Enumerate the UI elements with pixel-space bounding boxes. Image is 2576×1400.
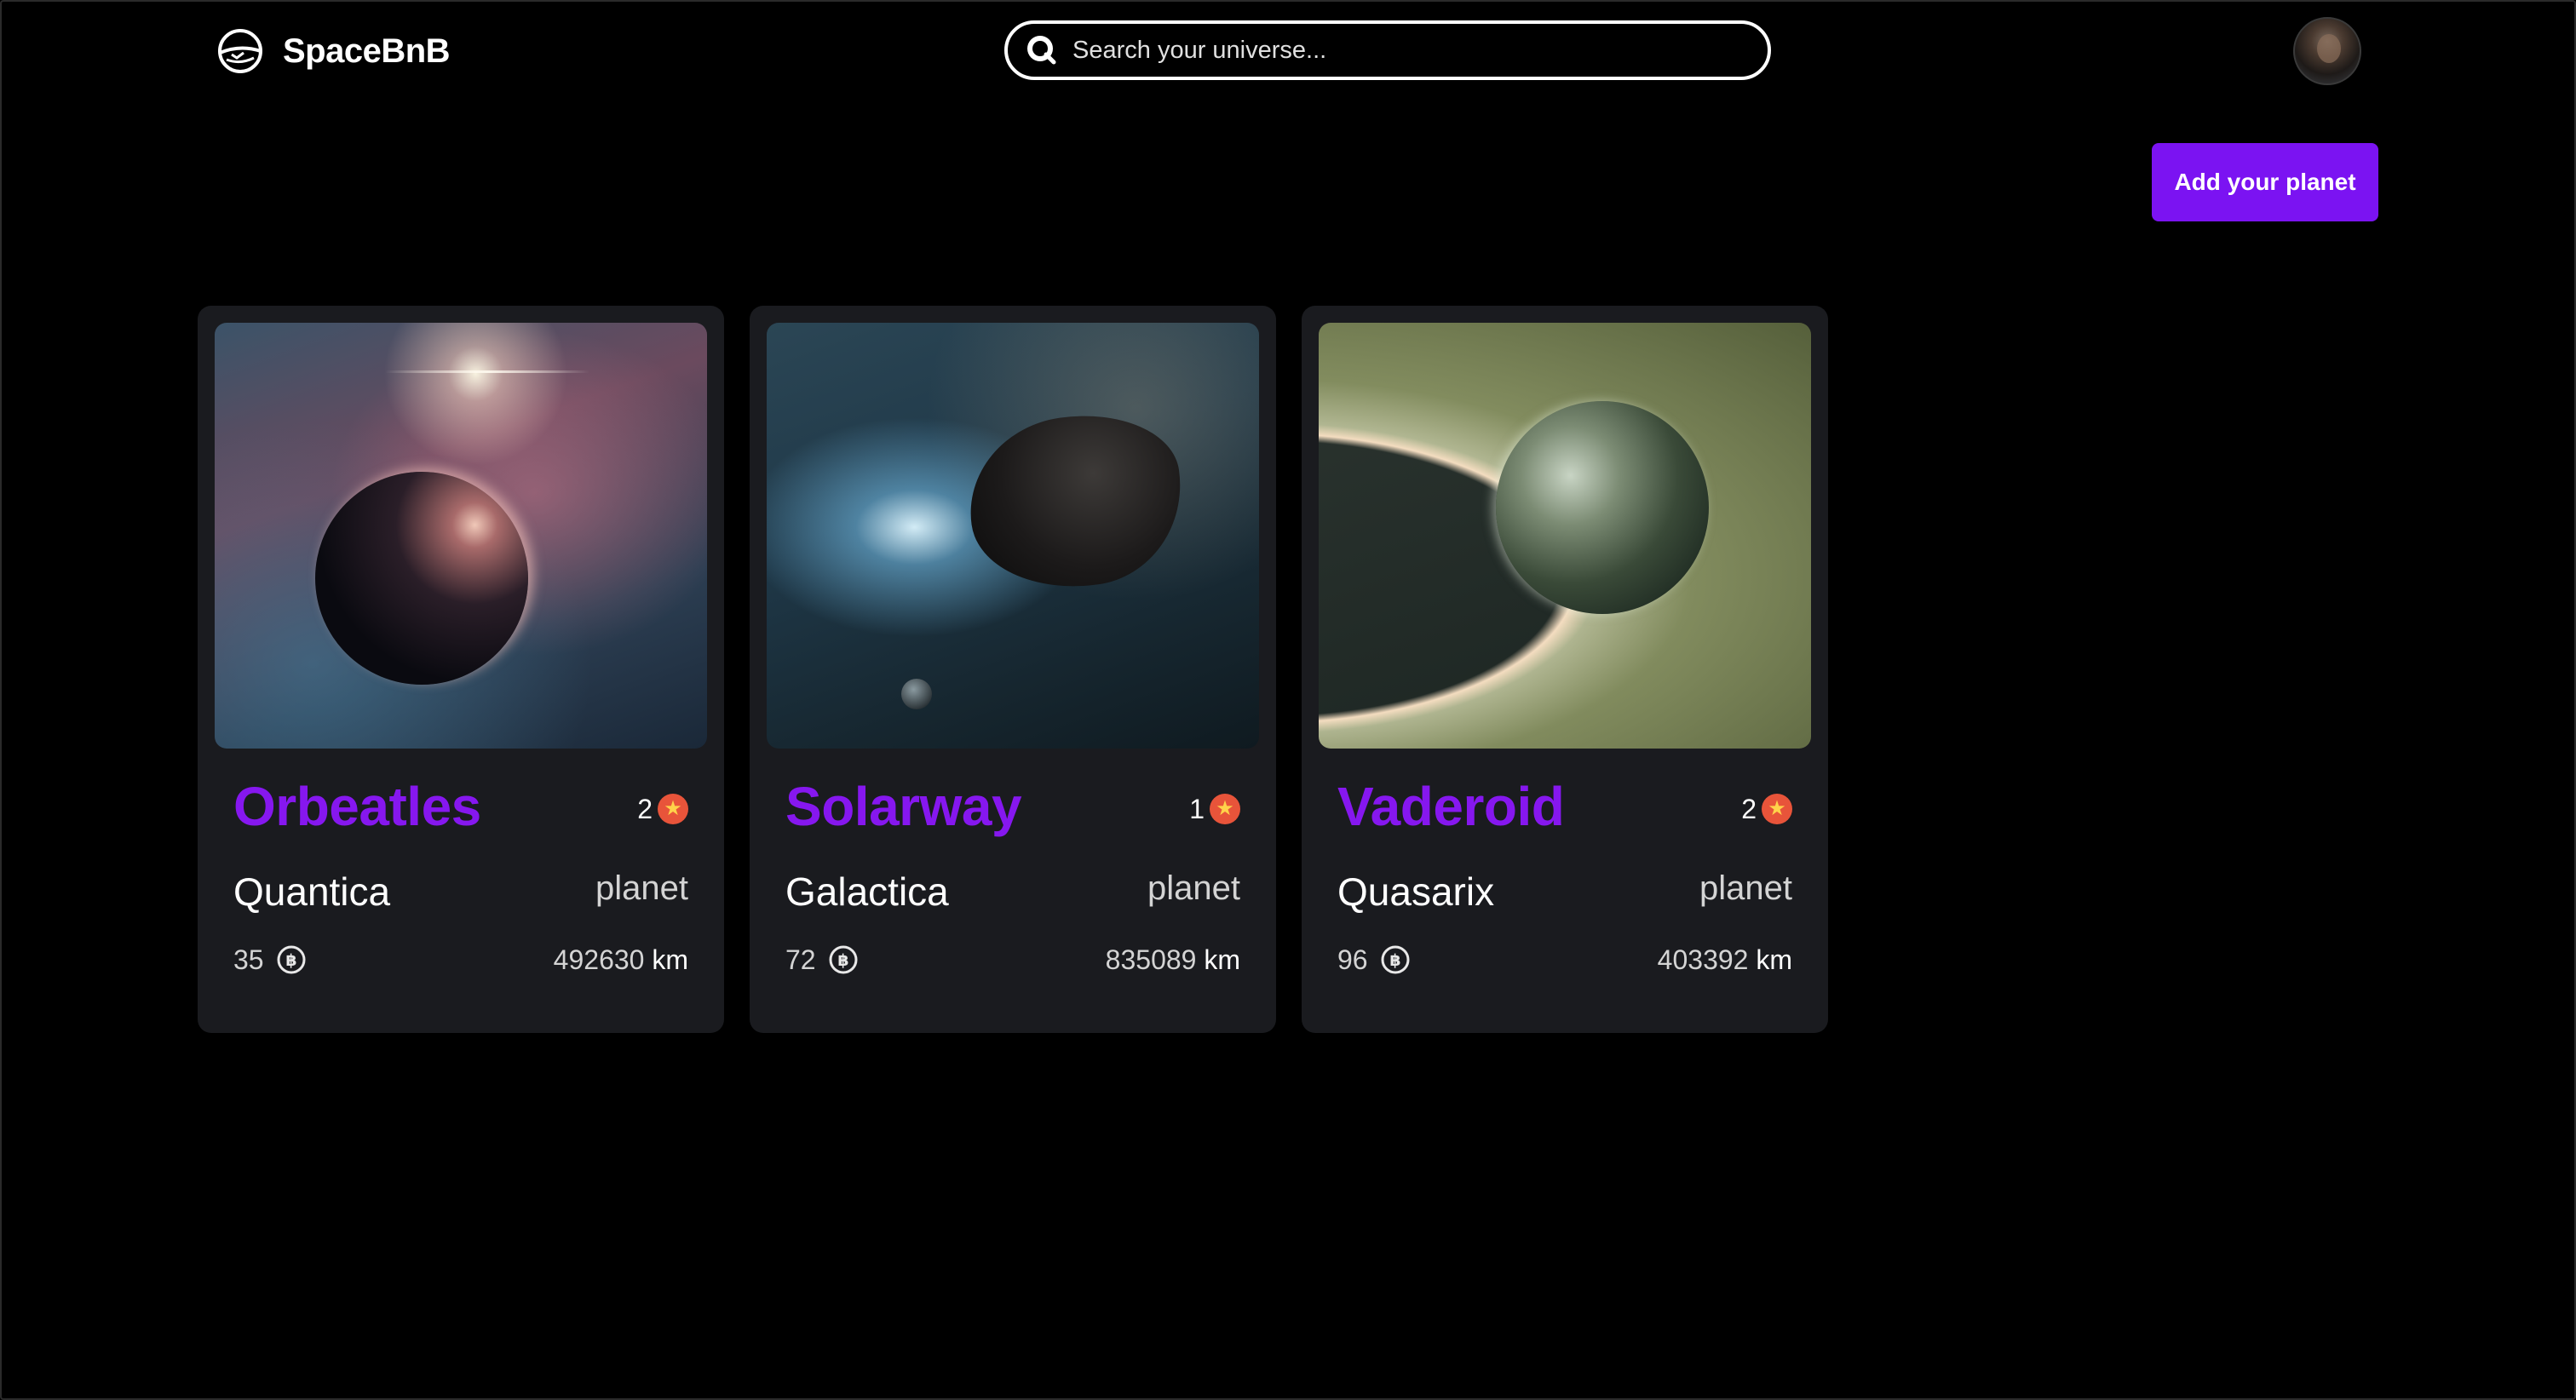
rating-value: 2 <box>637 793 653 824</box>
search-bar[interactable] <box>1004 20 1771 80</box>
search-icon <box>1027 36 1056 65</box>
bitcoin-icon: ฿ <box>829 945 858 974</box>
distance-value: 835089 <box>1105 944 1197 975</box>
star-icon: ★ <box>1210 794 1240 824</box>
listing-image[interactable] <box>215 323 707 749</box>
listing-galaxy: Quasarix <box>1337 869 1495 914</box>
svg-text:฿: ฿ <box>1389 951 1400 970</box>
listing-card[interactable]: Orbeatles 2 ★ Quantica planet 35 ฿ 49263… <box>198 306 724 1033</box>
listing-type: planet <box>595 869 688 907</box>
add-planet-button[interactable]: Add your planet <box>2152 143 2378 221</box>
listing-grid: Orbeatles 2 ★ Quantica planet 35 ฿ 49263… <box>198 306 1828 1033</box>
distance-unit: km <box>1756 944 1792 975</box>
listing-name[interactable]: Vaderoid <box>1337 775 1565 838</box>
listing-card[interactable]: Solarway 1 ★ Galactica planet 72 ฿ 83508… <box>750 306 1276 1033</box>
listing-price: 35 ฿ <box>233 944 307 976</box>
light-flare <box>385 370 589 373</box>
planet-graphic <box>1496 401 1709 614</box>
listing-rating: 1 ★ <box>1189 794 1240 825</box>
listing-rating: 2 ★ <box>637 794 688 825</box>
listing-type: planet <box>1699 869 1792 907</box>
listing-distance: 403392 km <box>1658 944 1792 976</box>
brand-name: SpaceBnB <box>283 32 451 70</box>
bitcoin-icon: ฿ <box>1381 945 1410 974</box>
listing-image[interactable] <box>767 323 1259 749</box>
listing-card[interactable]: Vaderoid 2 ★ Quasarix planet 96 ฿ 403392… <box>1302 306 1828 1033</box>
moon-graphic <box>901 679 932 709</box>
distance-unit: km <box>1204 944 1240 975</box>
listing-name[interactable]: Solarway <box>785 775 1022 838</box>
price-value: 72 <box>785 944 816 975</box>
bitcoin-icon: ฿ <box>277 945 306 974</box>
distance-value: 403392 <box>1657 944 1749 975</box>
distance-unit: km <box>652 944 688 975</box>
listing-galaxy: Galactica <box>785 869 949 914</box>
rating-value: 2 <box>1741 793 1757 824</box>
listing-name[interactable]: Orbeatles <box>233 775 481 838</box>
listing-image[interactable] <box>1319 323 1811 749</box>
planet-graphic <box>315 472 528 685</box>
svg-text:฿: ฿ <box>837 951 848 970</box>
listing-rating: 2 ★ <box>1741 794 1792 825</box>
planet-logo-icon <box>218 29 262 73</box>
star-icon: ★ <box>658 794 688 824</box>
asteroid-graphic <box>958 402 1193 601</box>
listing-galaxy: Quantica <box>233 869 391 914</box>
user-avatar[interactable] <box>2293 17 2361 85</box>
brand-logo[interactable]: SpaceBnB <box>215 26 451 77</box>
svg-text:฿: ฿ <box>285 951 296 970</box>
search-input[interactable] <box>1072 36 1737 65</box>
listing-distance: 835089 km <box>1106 944 1240 976</box>
star-icon: ★ <box>1762 794 1792 824</box>
price-value: 96 <box>1337 944 1368 975</box>
price-value: 35 <box>233 944 264 975</box>
listing-price: 96 ฿ <box>1337 944 1411 976</box>
listing-type: planet <box>1147 869 1240 907</box>
distance-value: 492630 <box>553 944 645 975</box>
listing-price: 72 ฿ <box>785 944 859 976</box>
rating-value: 1 <box>1189 793 1205 824</box>
listing-distance: 492630 km <box>554 944 688 976</box>
